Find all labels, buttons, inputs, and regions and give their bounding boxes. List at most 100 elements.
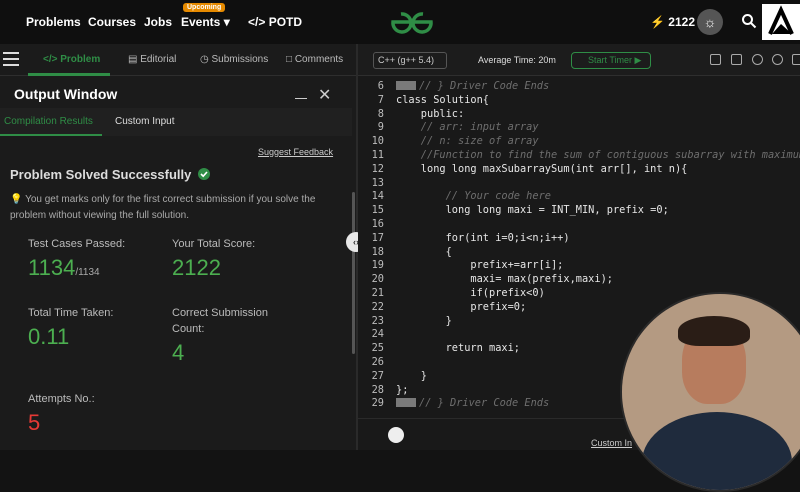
line-number: 21 — [371, 287, 384, 299]
correct-count-label: Correct Submission Count: — [172, 307, 268, 335]
code-line[interactable]: // } Driver Code Ends — [396, 80, 549, 92]
tab-comments[interactable]: □ Comments — [286, 54, 343, 65]
gfg-logo[interactable] — [387, 9, 437, 35]
line-number: 8 — [377, 107, 384, 120]
code-line[interactable]: for(int i=0;i<n;i++) — [396, 232, 570, 244]
nav-events-label: Events — [181, 15, 221, 29]
code-line[interactable]: long long maxi = INT_MIN, prefix =0; — [396, 204, 669, 216]
line-number: 9 — [377, 121, 384, 134]
nav-problems[interactable]: Problems — [26, 15, 81, 29]
code-line[interactable]: }; — [396, 384, 408, 396]
line-number: 13 — [371, 176, 384, 189]
upcoming-badge: Upcoming — [183, 3, 226, 12]
line-number: 25 — [371, 342, 384, 355]
left-panel: </> Problem ▤ Editorial ◷ Submissions □ … — [0, 44, 356, 450]
clock-icon: ◷ — [200, 54, 209, 65]
line-number: 16 — [371, 218, 384, 230]
code-line[interactable]: } — [396, 370, 427, 382]
streak-value: 2122 — [668, 15, 695, 29]
line-number: 18 — [371, 245, 384, 258]
line-number: 27 — [371, 369, 384, 382]
fullscreen-icon[interactable] — [792, 54, 800, 65]
line-number: 19 — [371, 259, 384, 272]
code-line[interactable]: long long maxSubarraySum(int arr[], int … — [396, 163, 688, 175]
line-number: 11 — [371, 149, 384, 161]
chevron-down-icon: ▾ — [223, 15, 230, 29]
code-line[interactable]: prefix+=arr[i]; — [396, 259, 563, 271]
code-line[interactable]: // } Driver Code Ends — [396, 397, 549, 409]
nav-jobs[interactable]: Jobs — [144, 15, 172, 29]
code-line[interactable]: return maxi; — [396, 342, 520, 354]
suggest-feedback-link[interactable]: Suggest Feedback — [258, 147, 333, 157]
search-icon[interactable] — [741, 13, 757, 29]
editor-toolbar: C++ (g++ 5.4) Average Time: 20m Start Ti… — [358, 44, 800, 76]
webcam-overlay — [620, 292, 800, 492]
nav-potd-label: POTD — [268, 15, 303, 29]
settings-icon[interactable] — [752, 54, 763, 65]
language-value: C++ (g++ 5.4) — [378, 55, 435, 65]
code-line[interactable]: // Your code here — [396, 190, 551, 202]
code-line[interactable]: } — [396, 315, 452, 327]
test-cases-label: Test Cases Passed: — [28, 238, 126, 250]
line-number: 10 — [371, 135, 384, 148]
brand-mark-icon — [768, 5, 794, 35]
language-select[interactable]: C++ (g++ 5.4) — [373, 52, 447, 69]
nav-events[interactable]: Events ▾ — [181, 15, 230, 29]
minimize-icon[interactable] — [295, 98, 307, 99]
code-line[interactable]: // n: size of array — [396, 135, 539, 147]
lightbulb-icon: 💡 — [10, 194, 23, 205]
time-label: Total Time Taken: — [28, 307, 114, 319]
tab-editorial[interactable]: ▤ Editorial — [128, 54, 176, 65]
code-line[interactable]: prefix=0; — [396, 301, 526, 313]
line-number: 6 — [377, 80, 384, 92]
lightning-icon: ⚡ — [650, 15, 665, 29]
code-line[interactable]: { — [396, 246, 452, 258]
status-message: Problem Solved Successfully — [10, 167, 210, 182]
tab-compilation-results[interactable]: Compilation Results — [4, 116, 93, 127]
theme-toggle-button[interactable]: ☼ — [697, 9, 723, 35]
attempts-label: Attempts No.: — [28, 393, 95, 405]
line-number: 7 — [377, 93, 384, 106]
code-line[interactable]: public: — [396, 108, 464, 120]
fold-marker-icon[interactable] — [396, 398, 416, 408]
scrollbar-thumb[interactable] — [352, 192, 355, 354]
code-line[interactable]: maxi= max(prefix,maxi); — [396, 273, 613, 285]
nav-courses[interactable]: Courses — [88, 15, 136, 29]
marks-note-text: You get marks only for the first correct… — [10, 194, 316, 221]
tab-custom-input[interactable]: Custom Input — [115, 116, 174, 127]
tab-editorial-label: Editorial — [140, 54, 177, 65]
line-number: 26 — [371, 356, 384, 368]
tab-submissions[interactable]: ◷ Submissions — [200, 54, 268, 65]
menu-icon[interactable] — [3, 52, 19, 66]
line-number: 29 — [371, 397, 384, 410]
tab-problem[interactable]: </> Problem — [43, 54, 100, 65]
code-line[interactable]: class Solution{ — [396, 94, 489, 106]
brand-logo — [762, 4, 800, 40]
lightbulb-icon[interactable] — [388, 427, 404, 443]
test-cases-total: /1134 — [75, 267, 100, 278]
copy-icon[interactable] — [710, 54, 721, 65]
active-subtab-indicator — [0, 134, 102, 136]
close-icon[interactable]: ✕ — [318, 85, 331, 105]
fold-marker-icon[interactable] — [396, 81, 416, 90]
refresh-icon[interactable] — [772, 54, 783, 65]
document-icon: ▤ — [128, 54, 138, 65]
tab-submissions-label: Submissions — [211, 54, 269, 65]
correct-count-value: 4 — [172, 340, 185, 365]
nav-potd[interactable]: </> POTD — [248, 15, 302, 29]
score-value: 2122 — [172, 255, 221, 280]
line-number: 22 — [371, 300, 384, 313]
code-icon: </> — [43, 54, 58, 65]
start-timer-button[interactable]: Start Timer ▶ — [571, 52, 651, 69]
output-subtabs: Compilation Results Custom Input — [0, 108, 352, 136]
code-line[interactable]: // arr: input array — [396, 121, 539, 133]
marks-note: 💡 You get marks only for the first corre… — [10, 192, 340, 224]
code-line[interactable]: //Function to find the sum of contiguous… — [396, 149, 800, 161]
export-icon[interactable] — [731, 54, 742, 65]
line-number: 28 — [371, 383, 384, 396]
start-timer-label: Start Timer — [588, 55, 633, 65]
comment-icon: □ — [286, 54, 293, 65]
code-line[interactable]: if(prefix<0) — [396, 287, 544, 299]
average-time: Average Time: 20m — [478, 55, 556, 65]
play-icon: ▶ — [634, 55, 642, 65]
